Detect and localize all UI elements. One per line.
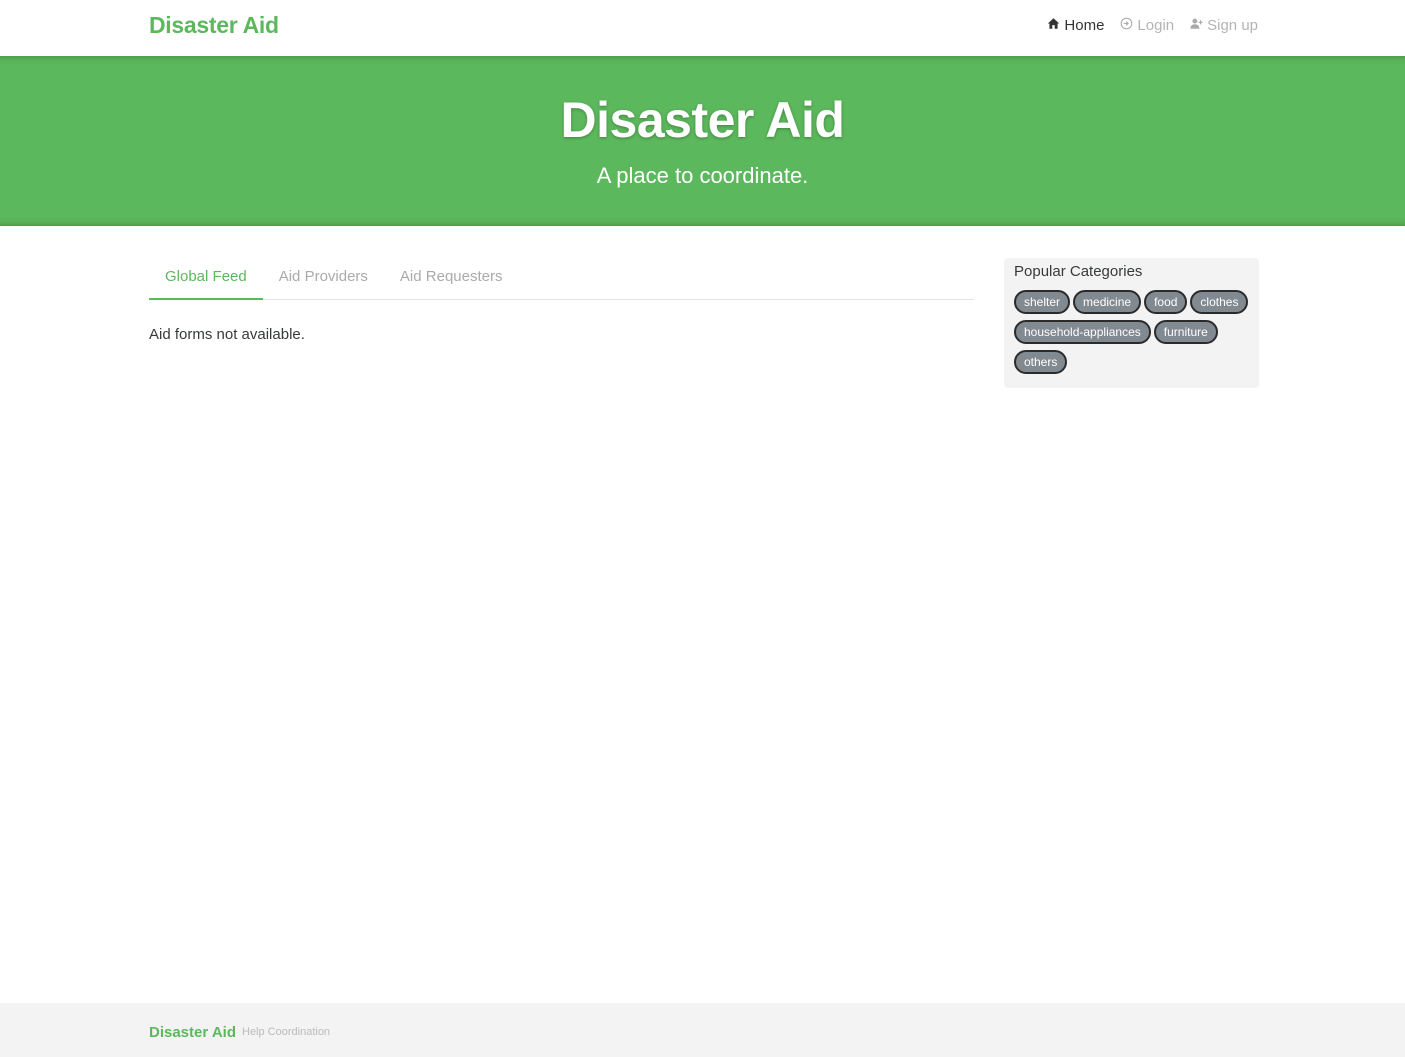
navbar: Disaster Aid Home Login Sign up bbox=[0, 0, 1405, 56]
nav-home-label: Home bbox=[1064, 17, 1105, 34]
feed-tabs: Global Feed Aid Providers Aid Requesters bbox=[149, 260, 974, 300]
hero-banner: Disaster Aid A place to coordinate. bbox=[0, 56, 1405, 226]
banner-subtitle: A place to coordinate. bbox=[596, 163, 809, 188]
banner-title: Disaster Aid bbox=[560, 92, 845, 148]
tag-pill-clothes[interactable]: clothes bbox=[1190, 290, 1249, 314]
sidebar-title: Popular Categories bbox=[1014, 263, 1143, 280]
tab-global-feed[interactable]: Global Feed bbox=[149, 260, 263, 300]
login-icon bbox=[1120, 17, 1133, 34]
tag-pill-food[interactable]: food bbox=[1144, 290, 1188, 314]
nav-login-link[interactable]: Login bbox=[1120, 17, 1174, 34]
brand-logo-link[interactable]: Disaster Aid bbox=[149, 12, 279, 39]
nav-signup-link[interactable]: Sign up bbox=[1190, 17, 1258, 34]
nav-links: Home Login Sign up bbox=[1047, 17, 1258, 34]
nav-login-label: Login bbox=[1137, 17, 1175, 34]
tag-pill-shelter[interactable]: shelter bbox=[1014, 290, 1071, 314]
tab-aid-requesters[interactable]: Aid Requesters bbox=[384, 260, 519, 300]
footer-attribution: Help Coordination bbox=[242, 1026, 331, 1038]
footer-brand-link[interactable]: Disaster Aid bbox=[149, 1024, 236, 1041]
popular-categories-sidebar: Popular Categories shelter medicine food… bbox=[1004, 258, 1259, 388]
tag-pill-household-appliances[interactable]: household-appliances bbox=[1014, 320, 1151, 344]
home-icon bbox=[1047, 17, 1060, 34]
nav-signup-label: Sign up bbox=[1207, 17, 1258, 34]
nav-home-link[interactable]: Home bbox=[1047, 17, 1104, 34]
tag-pill-medicine[interactable]: medicine bbox=[1073, 290, 1142, 314]
feed-empty-message: Aid forms not available. bbox=[149, 326, 305, 343]
tab-aid-providers[interactable]: Aid Providers bbox=[263, 260, 384, 300]
add-user-icon bbox=[1190, 17, 1203, 34]
tag-pill-others[interactable]: others bbox=[1014, 350, 1068, 374]
tag-pill-furniture[interactable]: furniture bbox=[1153, 320, 1218, 344]
footer: Disaster Aid Help Coordination bbox=[0, 1003, 1405, 1057]
tag-list: shelter medicine food clothes household-… bbox=[1014, 290, 1249, 374]
